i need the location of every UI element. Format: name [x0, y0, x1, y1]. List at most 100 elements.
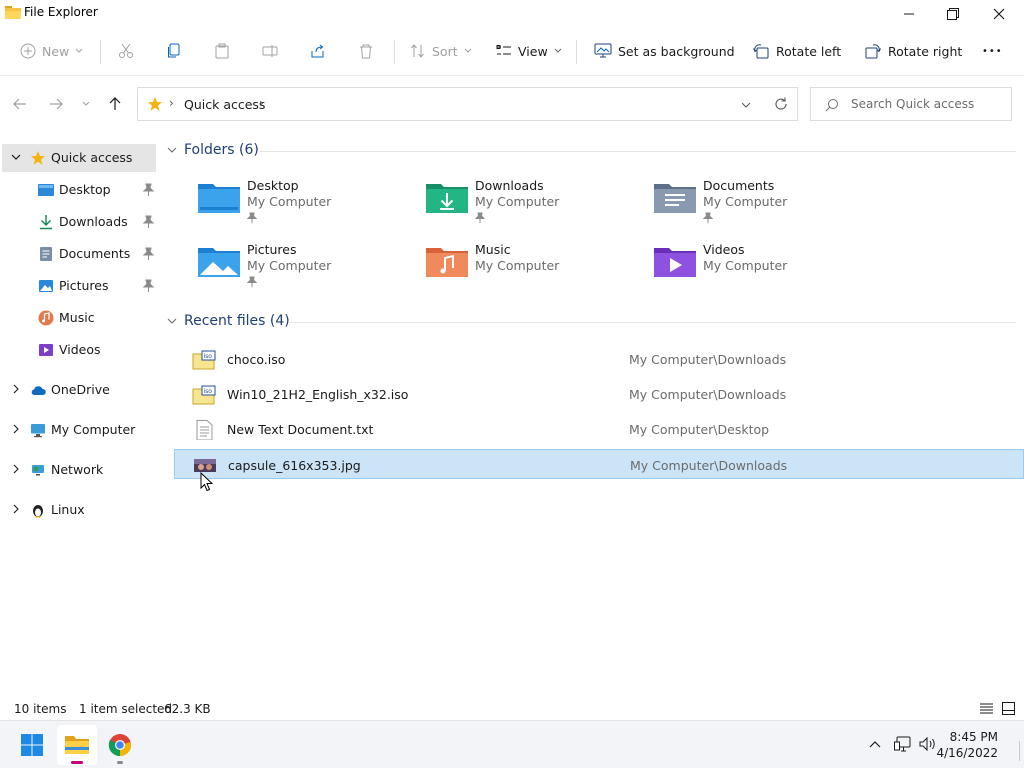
start-button[interactable] — [12, 725, 52, 765]
address-row: › Quick access › Search Quick access — [0, 76, 1024, 132]
clock-date: 4/16/2022 — [936, 746, 998, 760]
refresh-icon[interactable] — [774, 97, 788, 111]
recent-file-row[interactable]: iso Win10_21H2_English_x32.iso My Comput… — [174, 379, 1024, 409]
recent-file-row[interactable]: iso choco.iso My Computer\Downloads — [174, 344, 1024, 374]
recent-locations-button[interactable] — [76, 94, 96, 114]
taskbar-chrome[interactable] — [100, 725, 140, 765]
file-name: Win10_21H2_English_x32.iso — [227, 387, 409, 402]
folder-name: Downloads — [475, 178, 544, 193]
new-button[interactable]: New — [20, 38, 83, 64]
folders-group-header[interactable]: Folders (6) — [166, 140, 259, 160]
pin-icon — [475, 212, 485, 223]
close-button[interactable] — [976, 0, 1022, 28]
search-placeholder: Search Quick access — [851, 97, 975, 111]
folder-tile[interactable]: Desktop My Computer — [197, 174, 417, 228]
taskbar-file-explorer[interactable] — [57, 725, 97, 765]
share-button[interactable] — [310, 38, 326, 64]
arrow-left-icon — [13, 98, 26, 110]
sidebar-item-label: Videos — [59, 342, 101, 357]
svg-text:iso: iso — [204, 353, 213, 360]
folders-group-title: Folders (6) — [184, 142, 259, 158]
file-location: My Computer\Desktop — [629, 422, 770, 437]
chevron-right-icon[interactable] — [10, 464, 22, 474]
back-button[interactable] — [10, 94, 30, 114]
file-name: choco.iso — [227, 352, 286, 367]
up-button[interactable] — [105, 94, 125, 114]
selection-count: 1 item selected — [79, 702, 173, 716]
videos-folder-icon — [654, 248, 696, 277]
pictures-folder-icon — [198, 248, 240, 277]
recent-files-group-header[interactable]: Recent files (4) — [166, 311, 290, 331]
minimize-button[interactable] — [886, 0, 932, 28]
more-icon: ••• — [982, 45, 1003, 57]
paste-icon — [215, 43, 229, 59]
system-clock[interactable]: 8:45 PM 4/16/2022 — [936, 729, 998, 761]
copy-button[interactable] — [166, 38, 182, 64]
chevron-down-icon[interactable] — [10, 152, 22, 162]
sidebar-item-music[interactable]: Music — [2, 304, 156, 332]
network-status-icon[interactable] — [894, 736, 912, 752]
address-bar[interactable]: › Quick access › — [137, 87, 798, 121]
sidebar-item-linux[interactable]: Linux — [2, 496, 156, 524]
rename-button[interactable] — [262, 38, 278, 64]
recent-file-row-selected[interactable]: capsule_616x353.jpg My Computer\Download… — [174, 449, 1024, 479]
sidebar-item-network[interactable]: Network — [2, 456, 156, 484]
show-desktop-button[interactable] — [1019, 741, 1020, 761]
sidebar-item-label: My Computer — [51, 422, 136, 437]
chevron-down-icon — [167, 318, 177, 324]
pin-icon — [142, 279, 154, 292]
status-bar: 10 items 1 item selected 62.3 KB — [0, 698, 1024, 720]
chevron-up-icon[interactable] — [869, 740, 881, 748]
sidebar-item-onedrive[interactable]: OneDrive — [2, 376, 156, 404]
chevron-right-icon[interactable] — [10, 384, 22, 394]
sidebar-item-desktop[interactable]: Desktop — [2, 176, 156, 204]
sidebar-item-videos[interactable]: Videos — [2, 336, 156, 364]
rename-icon — [262, 45, 278, 57]
paste-button[interactable] — [214, 38, 230, 64]
chrome-icon — [108, 734, 131, 757]
folder-tile[interactable]: Pictures My Computer — [197, 238, 417, 292]
sidebar-item-my-computer[interactable]: My Computer — [2, 416, 156, 444]
item-count: 10 items — [14, 702, 67, 716]
maximize-button[interactable] — [930, 0, 976, 28]
breadcrumb-separator[interactable]: › — [259, 96, 264, 110]
sidebar-item-label: Documents — [59, 246, 131, 261]
folder-tile[interactable]: Music My Computer — [425, 238, 645, 292]
tiles-view-icon[interactable] — [1002, 702, 1015, 715]
more-options-button[interactable]: ••• — [982, 38, 1003, 64]
address-history-chevron-icon[interactable] — [741, 102, 751, 109]
sidebar-item-documents[interactable]: Documents — [2, 240, 156, 268]
rotate-right-button[interactable]: Rotate right — [864, 38, 962, 64]
forward-button[interactable] — [46, 94, 66, 114]
chevron-right-icon[interactable] — [10, 504, 22, 514]
sidebar-item-pictures[interactable]: Pictures — [2, 272, 156, 300]
details-view-icon[interactable] — [980, 702, 993, 715]
recent-file-row[interactable]: New Text Document.txt My Computer\Deskto… — [174, 414, 1024, 444]
folder-tile[interactable]: Documents My Computer — [653, 174, 873, 228]
delete-button[interactable] — [358, 38, 374, 64]
folder-tile[interactable]: Videos My Computer — [653, 238, 873, 292]
view-button[interactable]: View — [496, 38, 562, 64]
sidebar-item-downloads[interactable]: Downloads — [2, 208, 156, 236]
breadcrumb-quick-access[interactable]: Quick access — [184, 97, 265, 112]
search-box[interactable]: Search Quick access — [810, 87, 1012, 121]
volume-icon[interactable] — [919, 736, 937, 752]
rotate-left-button[interactable]: Rotate left — [752, 38, 841, 64]
svg-text:iso: iso — [204, 388, 213, 395]
file-name: capsule_616x353.jpg — [228, 458, 361, 473]
chevron-right-icon[interactable] — [10, 424, 22, 434]
sidebar-item-label: Network — [51, 462, 104, 477]
set-as-background-button[interactable]: Set as background — [594, 38, 735, 64]
folder-location: My Computer — [475, 258, 560, 273]
chevron-down-icon — [167, 147, 177, 153]
arrow-up-icon — [109, 97, 121, 110]
rotate-right-icon — [865, 44, 881, 59]
cut-button[interactable] — [118, 38, 134, 64]
documents-folder-icon — [654, 184, 696, 213]
sidebar-item-label: Quick access — [51, 150, 133, 165]
folder-tile[interactable]: Downloads My Computer — [425, 174, 645, 228]
sidebar-item-quick-access[interactable]: Quick access — [2, 144, 156, 172]
sort-button[interactable]: Sort — [410, 38, 472, 64]
restore-icon — [947, 8, 959, 20]
copy-icon — [168, 43, 180, 58]
